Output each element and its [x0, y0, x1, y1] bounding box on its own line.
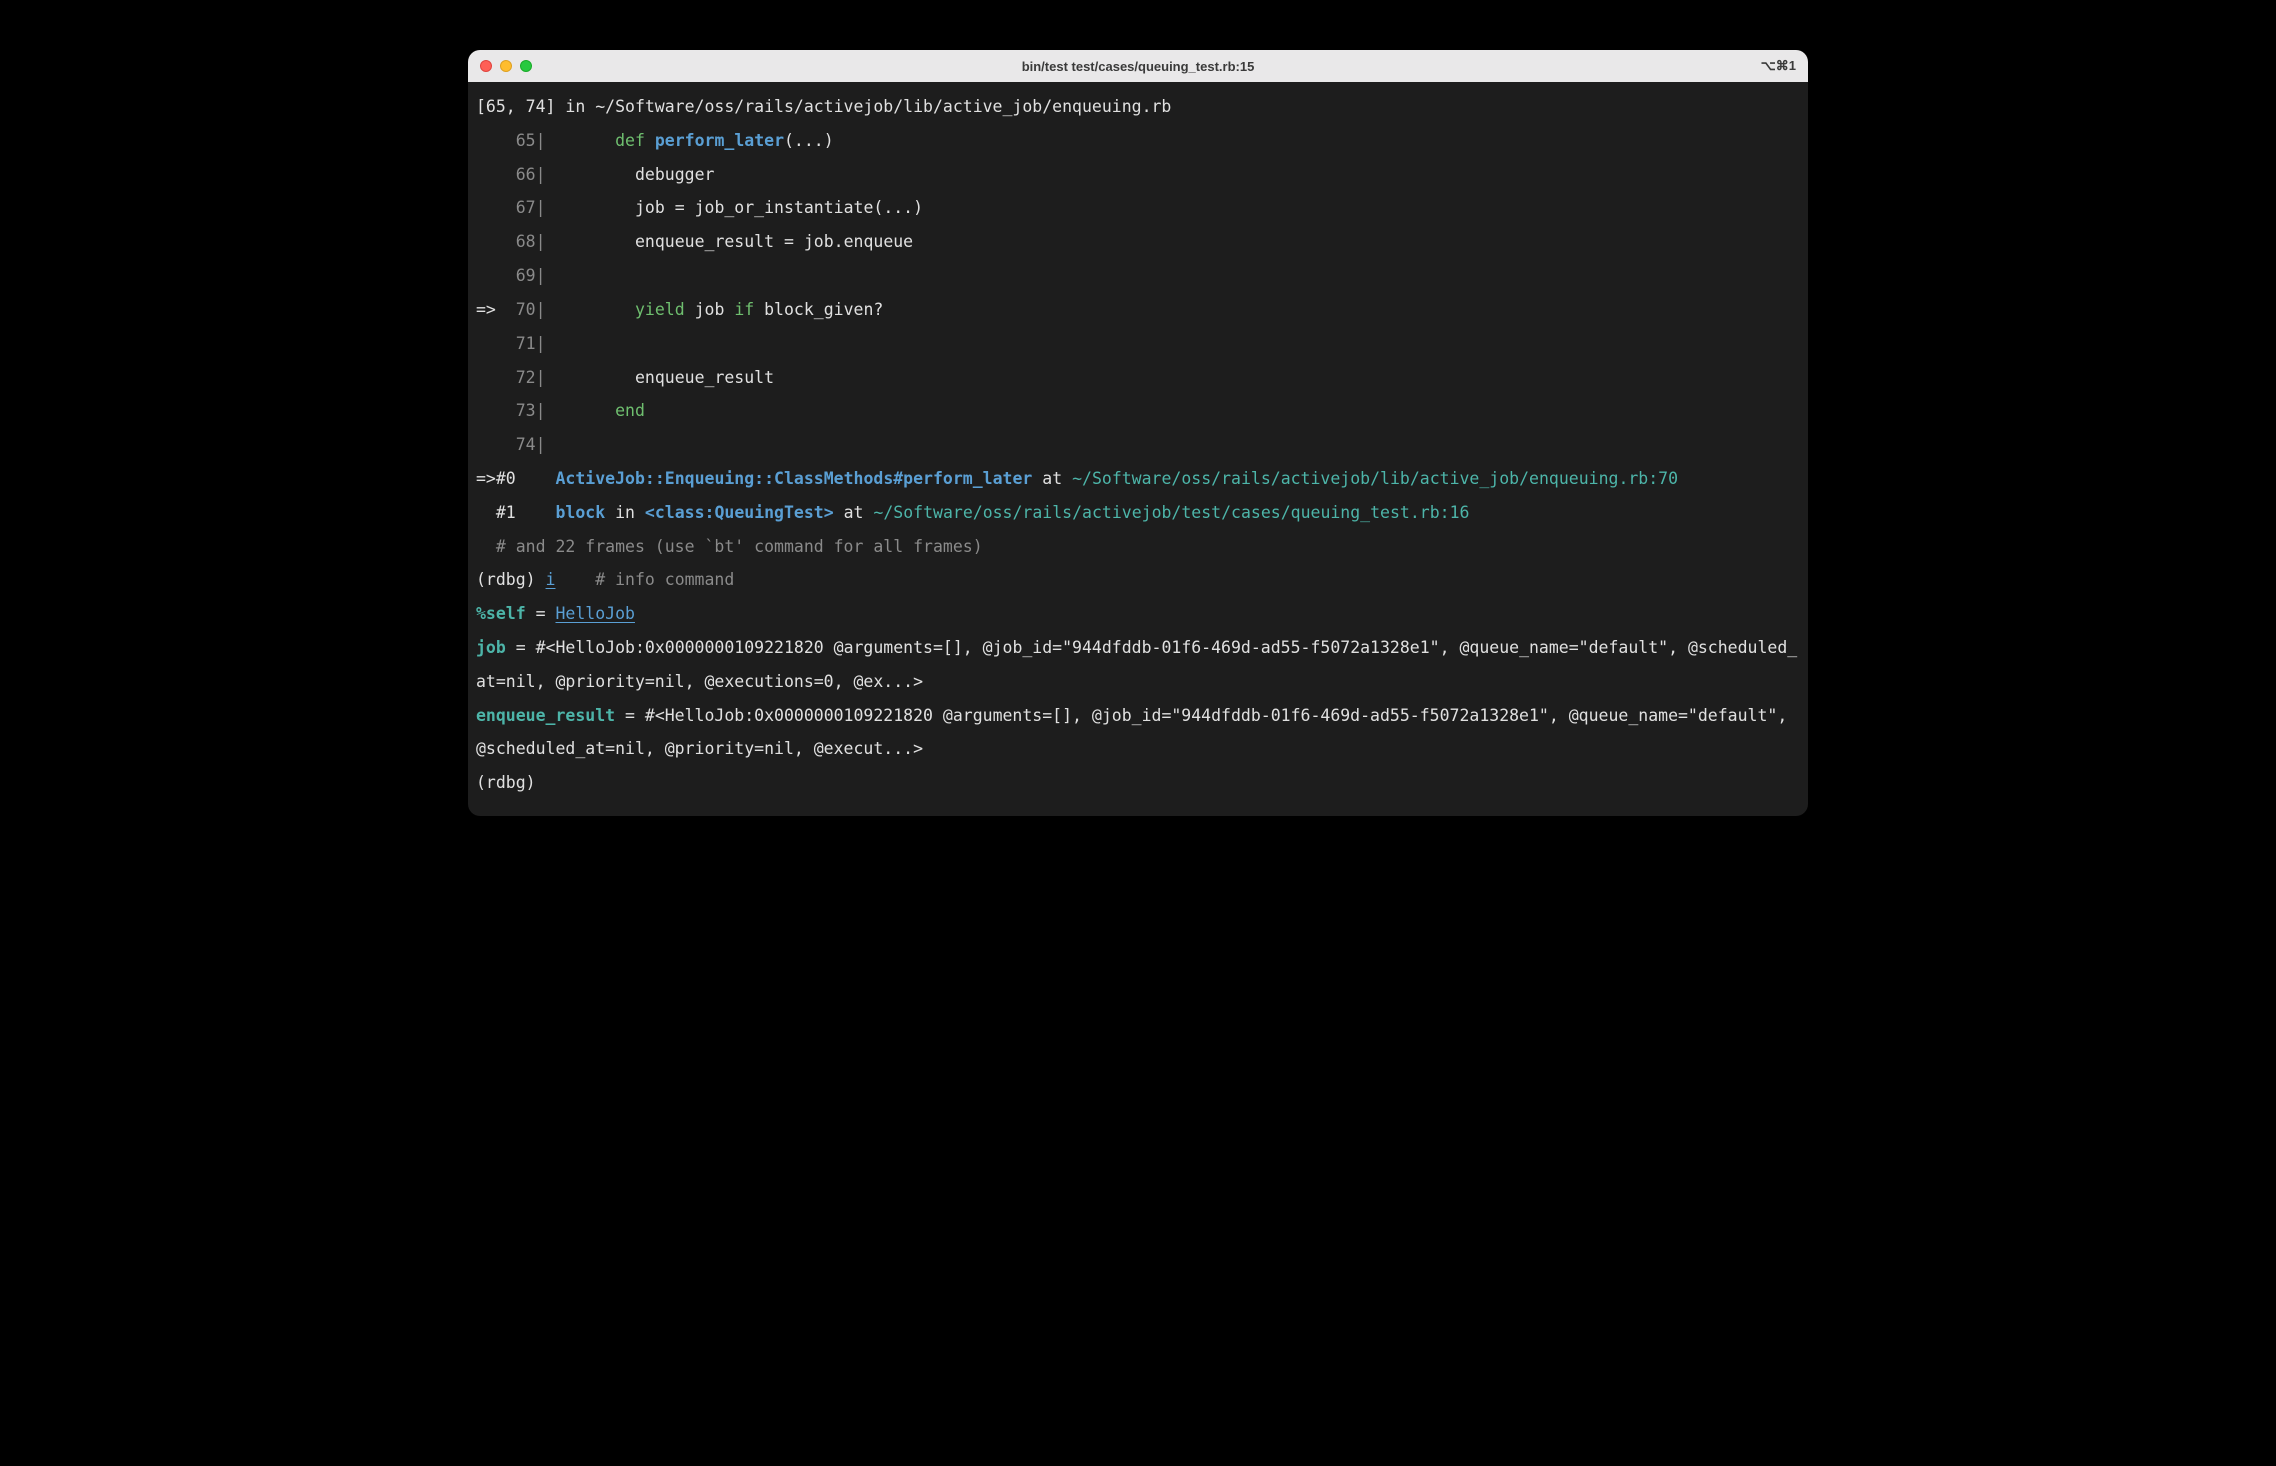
traffic-lights: [480, 60, 532, 72]
terminal-window: bin/test test/cases/queuing_test.rb:15 ⌥…: [468, 50, 1808, 816]
line-no: 69: [516, 266, 536, 285]
rdbg-comment: # info command: [555, 570, 734, 589]
frame-location: ~/Software/oss/rails/activejob/test/case…: [873, 503, 1469, 522]
source-range: [65, 74] in ~/Software/oss/rails/activej…: [476, 90, 1800, 124]
frame-0: =>#0 ActiveJob::Enqueuing::ClassMethods#…: [476, 462, 1800, 496]
var-self: %self = HelloJob: [476, 597, 1800, 631]
code-line: 74|: [476, 428, 1800, 462]
keyword-end: end: [615, 401, 645, 420]
var-enqueue-result: enqueue_result = #<HelloJob:0x0000000109…: [476, 699, 1800, 767]
line-no: 70: [516, 300, 536, 319]
maximize-icon[interactable]: [520, 60, 532, 72]
minimize-icon[interactable]: [500, 60, 512, 72]
method-name: perform_later: [655, 131, 784, 150]
self-value: HelloJob: [555, 604, 634, 623]
line-no: 68: [516, 232, 536, 251]
frame-location: ~/Software/oss/rails/activejob/lib/activ…: [1072, 469, 1678, 488]
code-line: 71|: [476, 327, 1800, 361]
code-line: 66| debugger: [476, 158, 1800, 192]
code-line: 67| job = job_or_instantiate(...): [476, 191, 1800, 225]
rdbg-prompt[interactable]: (rdbg): [476, 766, 1800, 800]
line-no: 71: [516, 334, 536, 353]
frame-1: #1 block in <class:QueuingTest> at ~/Sof…: [476, 496, 1800, 530]
line-no: 73: [516, 401, 536, 420]
rdbg-prompt-line[interactable]: (rdbg) i # info command: [476, 563, 1800, 597]
frames-more: # and 22 frames (use `bt' command for al…: [476, 530, 1800, 564]
line-no: 74: [516, 435, 536, 454]
var-job: job = #<HelloJob:0x0000000109221820 @arg…: [476, 631, 1800, 699]
rdbg-command: i: [546, 570, 556, 589]
title-bar: bin/test test/cases/queuing_test.rb:15 ⌥…: [468, 50, 1808, 82]
line-no: 67: [516, 198, 536, 217]
code-line: 68| enqueue_result = job.enqueue: [476, 225, 1800, 259]
line-no: 65: [516, 131, 536, 150]
line-no: 72: [516, 368, 536, 387]
window-title: bin/test test/cases/queuing_test.rb:15: [468, 59, 1808, 74]
code-line: 73| end: [476, 394, 1800, 428]
terminal-body[interactable]: [65, 74] in ~/Software/oss/rails/activej…: [468, 82, 1808, 816]
keyword-yield: yield: [635, 300, 685, 319]
window-shortcut: ⌥⌘1: [1761, 58, 1796, 74]
code-line-current: => 70| yield job if block_given?: [476, 293, 1800, 327]
frame-method: ActiveJob::Enqueuing::ClassMethods#perfo…: [556, 469, 1033, 488]
code-line: 69|: [476, 259, 1800, 293]
code-line: 65| def perform_later(...): [476, 124, 1800, 158]
keyword-if: if: [734, 300, 754, 319]
line-no: 66: [516, 165, 536, 184]
code-line: 72| enqueue_result: [476, 361, 1800, 395]
keyword-def: def: [615, 131, 645, 150]
close-icon[interactable]: [480, 60, 492, 72]
